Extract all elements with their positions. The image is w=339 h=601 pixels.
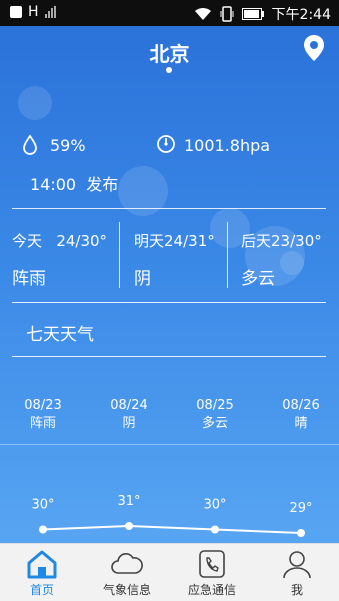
pressure-value: 1001.8hpa bbox=[184, 136, 271, 155]
weather-panel: 北京 59% 1001.8hpa 14:00 发布 今天 24/30° 阵雨 明… bbox=[0, 26, 339, 543]
temperature-label: 31° bbox=[117, 494, 140, 509]
tab-home[interactable]: 首页 bbox=[0, 543, 84, 600]
seven-day-title[interactable]: 七天天气 bbox=[26, 320, 94, 345]
battery-icon bbox=[241, 8, 264, 20]
publish-time: 14:00 发布 bbox=[30, 175, 119, 194]
temperature-point bbox=[297, 529, 305, 537]
status-bar: H 下午2:44 bbox=[0, 0, 339, 26]
divider bbox=[119, 222, 120, 288]
city-title[interactable]: 北京 bbox=[0, 38, 339, 67]
divider bbox=[12, 302, 326, 303]
vibrate-icon bbox=[220, 6, 234, 22]
tomorrow-weather: 阴 bbox=[134, 269, 151, 289]
temperature-point bbox=[125, 522, 133, 530]
day-after-weather: 多云 bbox=[241, 269, 275, 289]
temperature-label: 29° bbox=[289, 501, 312, 516]
forecast-day[interactable]: 08/25 多云 bbox=[185, 397, 245, 433]
temperature-label: 30° bbox=[31, 498, 54, 513]
cloud-icon bbox=[111, 553, 143, 574]
signal-icon bbox=[44, 6, 56, 18]
background-bubble bbox=[280, 251, 304, 275]
today-summary[interactable]: 今天 24/30° bbox=[12, 230, 107, 251]
tomorrow-summary[interactable]: 明天24/31° bbox=[134, 230, 215, 251]
temperature-chart: 30° 31° 30° 29° bbox=[31, 494, 313, 537]
humidity-value: 59% bbox=[50, 136, 86, 155]
page-indicator-dot bbox=[166, 67, 172, 73]
status-time: 下午2:44 bbox=[271, 7, 331, 23]
temperature-point bbox=[211, 525, 219, 534]
notification-icon bbox=[10, 6, 22, 18]
tab-label: 应急通信 bbox=[187, 583, 236, 597]
divider bbox=[12, 208, 326, 209]
divider bbox=[12, 356, 326, 357]
pressure-gauge-icon bbox=[157, 135, 175, 153]
chart-top-divider bbox=[0, 444, 339, 445]
forecast-day[interactable]: 08/26 晴 bbox=[271, 397, 331, 433]
tab-emergency[interactable]: 应急通信 bbox=[170, 543, 254, 600]
forecast-day[interactable]: 08/24 阴 bbox=[99, 397, 159, 433]
background-bubble bbox=[18, 86, 52, 120]
temperature-label: 30° bbox=[203, 498, 226, 513]
tab-label: 气象信息 bbox=[102, 583, 151, 597]
home-icon bbox=[27, 550, 57, 579]
tab-label: 我 bbox=[290, 583, 303, 597]
forecast-day[interactable]: 08/23 阵雨 bbox=[13, 397, 73, 433]
tab-weather-info[interactable]: 气象信息 bbox=[85, 543, 169, 600]
network-type: H bbox=[28, 4, 39, 20]
phone-icon bbox=[199, 550, 225, 578]
user-icon bbox=[283, 551, 311, 579]
divider bbox=[227, 222, 228, 288]
tab-label: 首页 bbox=[29, 583, 54, 597]
temperature-line bbox=[42, 524, 302, 534]
tab-me[interactable]: 我 bbox=[255, 543, 339, 600]
temperature-point bbox=[39, 525, 47, 534]
location-pin-icon[interactable] bbox=[303, 34, 325, 62]
humidity-icon bbox=[23, 134, 37, 155]
wifi-icon bbox=[194, 7, 211, 20]
day-after-summary[interactable]: 后天23/30° bbox=[241, 230, 322, 251]
today-weather: 阵雨 bbox=[12, 269, 46, 289]
